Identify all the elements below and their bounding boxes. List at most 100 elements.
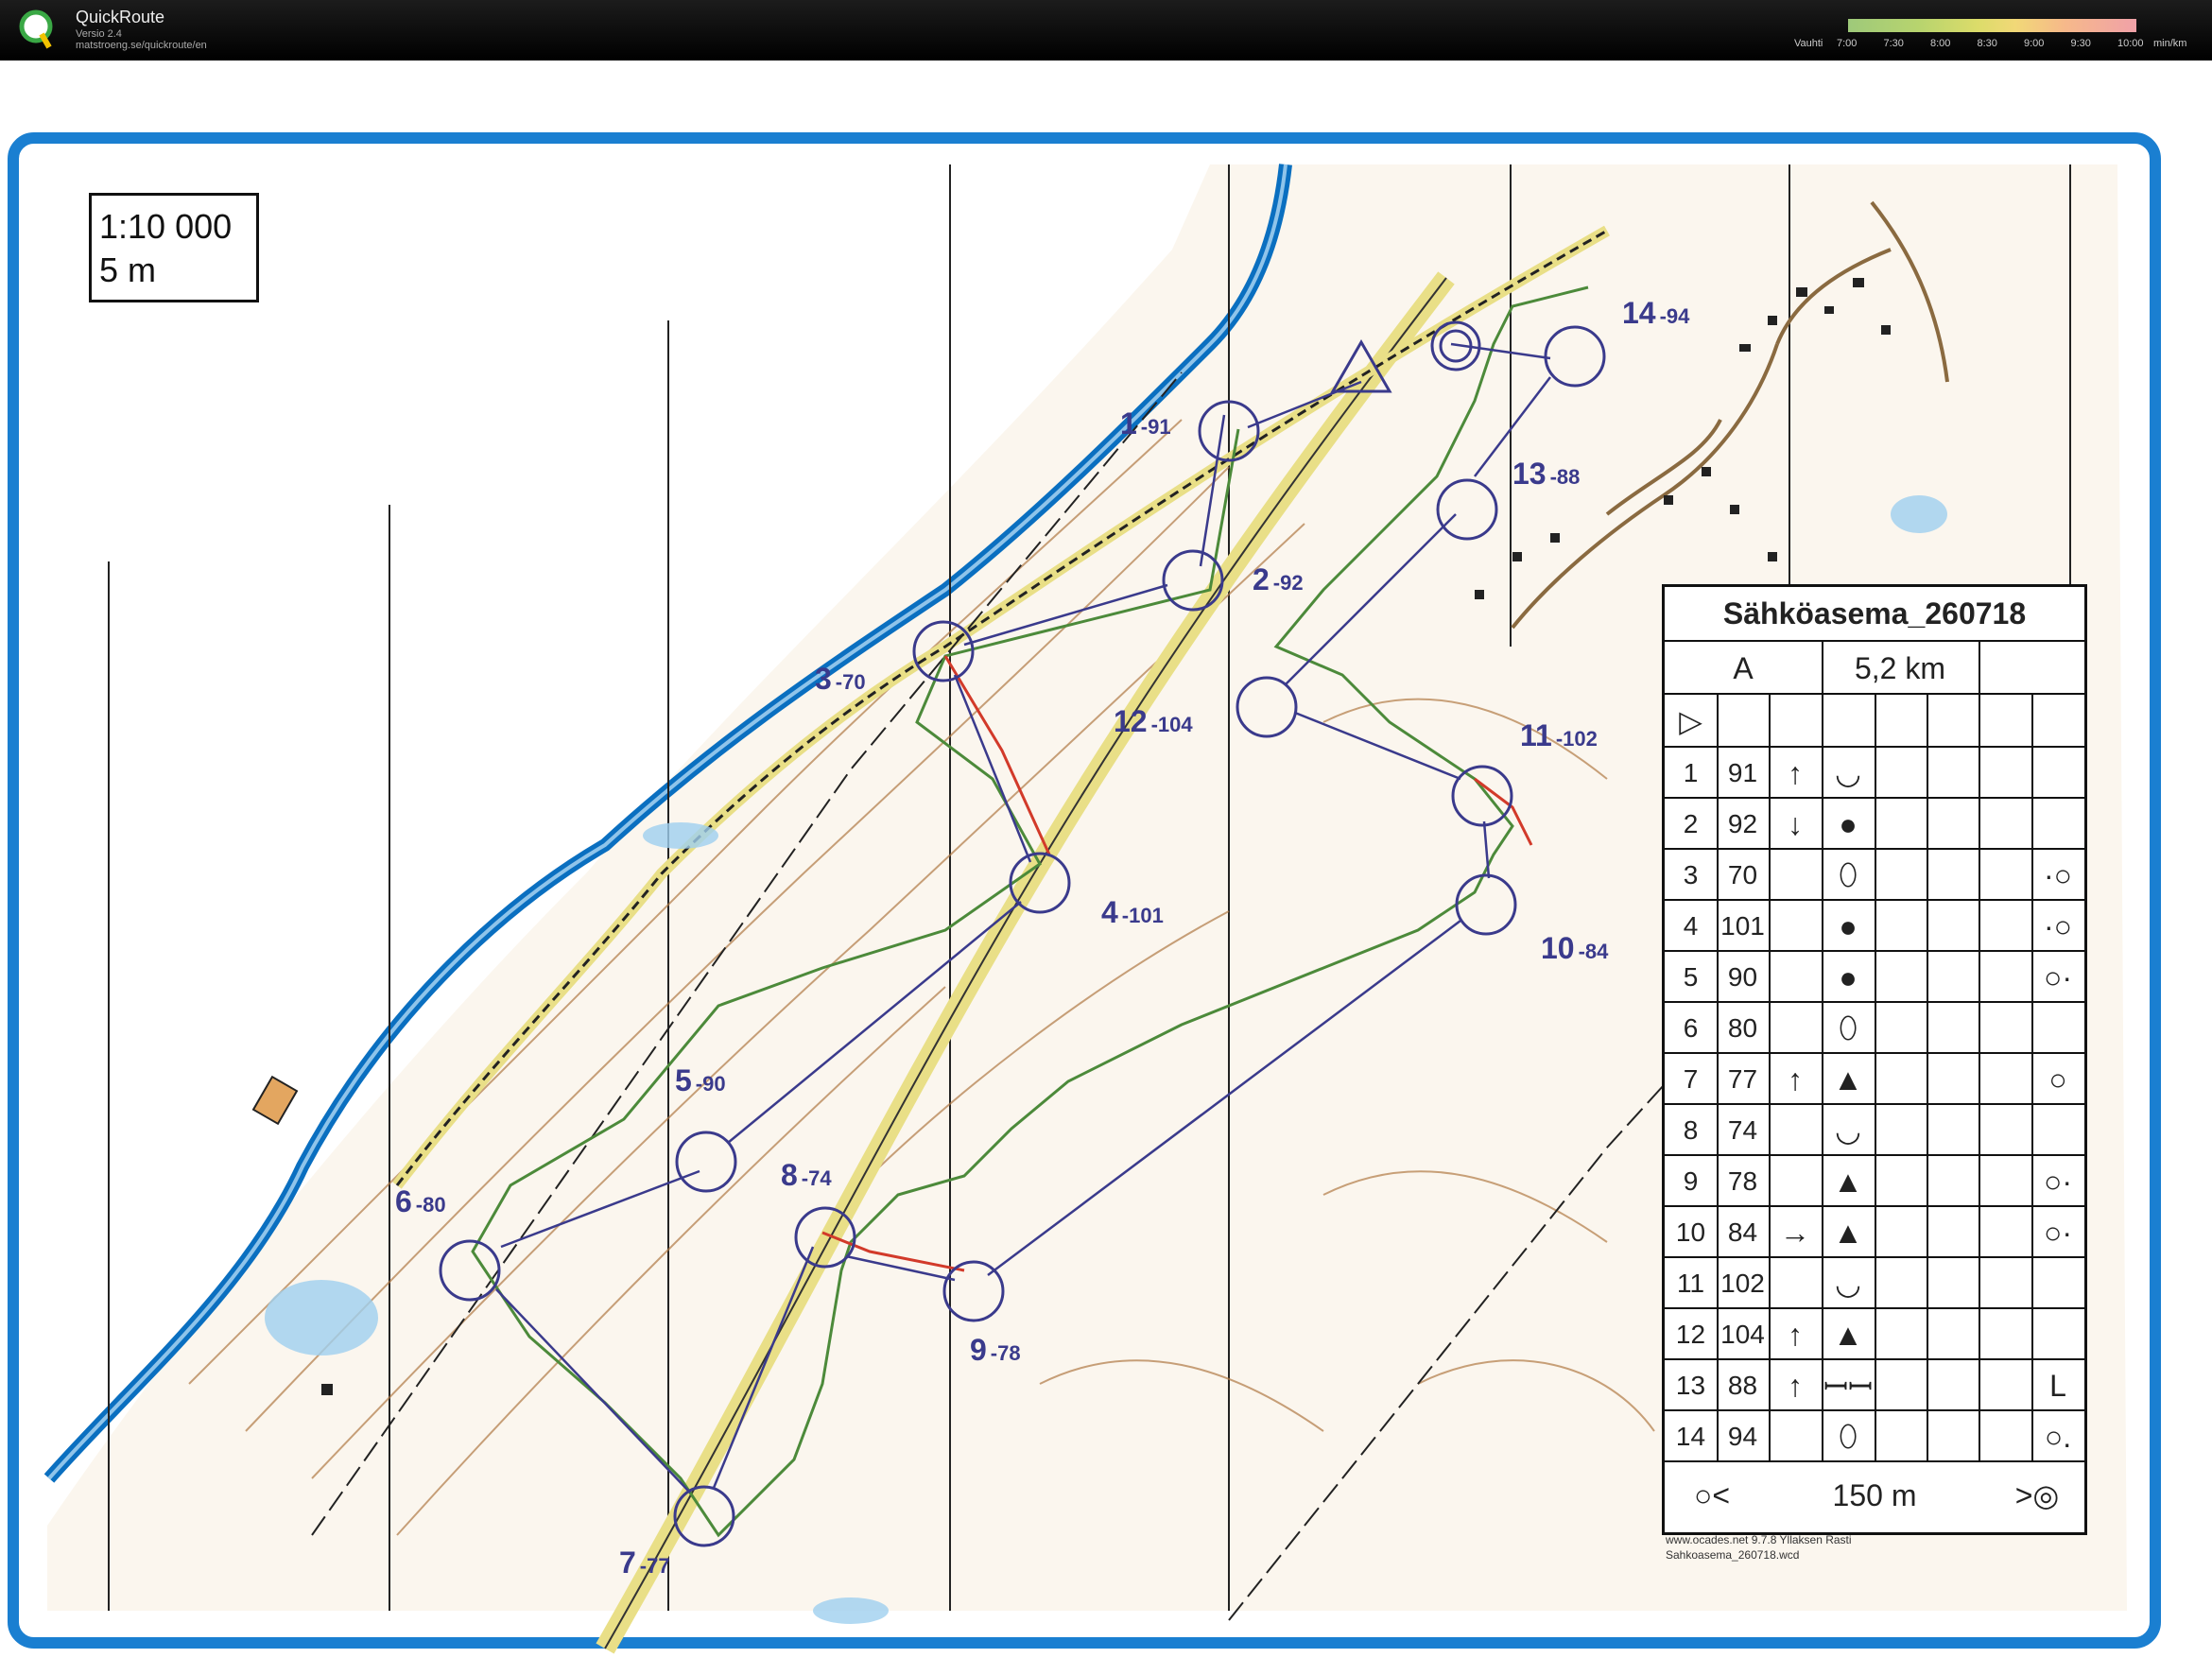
description-code: 78 <box>1727 1166 1758 1196</box>
description-feature: ◡ <box>1835 1114 1861 1148</box>
description-code: 90 <box>1727 962 1758 992</box>
description-dir <box>1769 1003 1822 1054</box>
description-dir: ↑ <box>1788 1368 1803 1403</box>
contour-interval: 5 m <box>99 250 157 289</box>
pace-tick: 8:30 <box>1977 38 1997 49</box>
description-dir <box>1769 1258 1822 1309</box>
description-dir: ↑ <box>1788 1062 1803 1097</box>
description-loc: ○ <box>2048 1062 2067 1097</box>
description-loc <box>2031 1309 2084 1360</box>
description-code: 77 <box>1727 1064 1758 1094</box>
description-code: 102 <box>1720 1269 1765 1298</box>
description-feature: ▲ <box>1833 1164 1863 1199</box>
description-num: 2 <box>1683 809 1699 838</box>
description-code: 104 <box>1720 1320 1765 1349</box>
description-loc: ·○ <box>2044 908 2072 943</box>
description-code: 84 <box>1727 1217 1758 1247</box>
description-feature: ▲ <box>1833 1215 1863 1250</box>
pace-tick: 10:00 <box>2117 38 2144 49</box>
description-loc: ○. <box>2044 1419 2072 1454</box>
pace-label: Vauhti <box>1794 38 1823 49</box>
description-loc <box>2031 1003 2084 1054</box>
description-num: 8 <box>1683 1115 1699 1145</box>
description-loc <box>2031 799 2084 850</box>
description-num: 3 <box>1683 860 1699 889</box>
description-num: 13 <box>1675 1371 1706 1400</box>
description-loc <box>2031 1258 2084 1309</box>
description-code: 88 <box>1727 1371 1758 1400</box>
table-finish-row: ○< 150 m >◎ <box>1665 1460 2084 1528</box>
description-loc <box>2031 748 2084 799</box>
pace-tick: 9:30 <box>2070 38 2091 49</box>
course-length: 5,2 km <box>1854 650 1946 685</box>
description-code: 91 <box>1727 758 1758 787</box>
description-feature: ● <box>1839 959 1858 994</box>
description-num: 1 <box>1683 758 1699 787</box>
description-num: 14 <box>1675 1422 1706 1451</box>
description-code: 94 <box>1727 1422 1758 1451</box>
finish-icon: >◎ <box>2014 1478 2060 1512</box>
pace-tick: 7:30 <box>1883 38 1904 49</box>
description-num: 6 <box>1683 1013 1699 1043</box>
description-loc: ○· <box>2044 1215 2072 1250</box>
description-code: 101 <box>1720 911 1765 941</box>
credit-line-2: Sahkoasema_260718.wcd <box>1666 1548 1800 1562</box>
description-dir <box>1769 850 1822 901</box>
description-num: 7 <box>1683 1064 1699 1094</box>
control-description-table: Sähköasema_260718 A 5,2 km ▷ 1 91 ↑ ◡ 2 92 ↓ ● 3… <box>1662 584 2087 1535</box>
finish-distance: 150 m <box>1832 1477 1917 1512</box>
description-feature: ⬯ <box>1838 1419 1858 1453</box>
description-feature: ◡ <box>1835 1267 1861 1301</box>
description-dir <box>1769 1411 1822 1462</box>
finish-start-icon: ○< <box>1693 1477 1730 1512</box>
description-code: 80 <box>1727 1013 1758 1043</box>
app-version: Versio 2.4 <box>76 28 122 40</box>
orienteering-map[interactable]: 1 -91 2 -92 3 -70 4 -101 5 -90 6 -80 7 -77 8 -74… <box>0 60 2212 1670</box>
description-num: 4 <box>1683 911 1699 941</box>
start-triangle-icon: ▷ <box>1679 704 1702 738</box>
description-num: 10 <box>1675 1217 1706 1247</box>
description-feature: ▲ <box>1833 1317 1863 1352</box>
description-loc: ·○ <box>2044 857 2072 892</box>
course-class: A <box>1733 650 1754 685</box>
description-feature: ● <box>1839 908 1858 943</box>
app-header: QuickRoute Versio 2.4 matstroeng.se/quic… <box>0 0 2212 60</box>
scale-box: 1:10 000 5 m <box>89 193 259 302</box>
description-code: 70 <box>1727 860 1758 889</box>
description-num: 11 <box>1676 1269 1705 1298</box>
pace-color-scale <box>1848 19 2136 32</box>
description-dir <box>1769 1156 1822 1207</box>
description-dir <box>1769 901 1822 952</box>
map-scale: 1:10 000 <box>99 207 233 246</box>
description-feature: ◡ <box>1835 756 1861 790</box>
app-title: QuickRoute <box>76 8 165 26</box>
description-feature: ⬯ <box>1838 1010 1858 1045</box>
description-feature: ꟷꟷ <box>1823 1369 1874 1404</box>
description-dir: → <box>1780 1215 1810 1250</box>
description-dir <box>1769 1105 1822 1156</box>
course-name: Sähköasema_260718 <box>1722 596 2027 630</box>
description-loc: ○· <box>2044 959 2072 994</box>
description-code: 92 <box>1727 809 1758 838</box>
description-dir: ↑ <box>1788 755 1803 790</box>
description-loc <box>2031 1105 2084 1156</box>
description-loc: L <box>2049 1368 2066 1403</box>
quickroute-logo-icon <box>19 9 53 49</box>
pace-tick: 8:00 <box>1930 38 1951 49</box>
pace-unit: min/km <box>2153 38 2187 49</box>
description-dir <box>1769 952 1822 1003</box>
description-feature: ● <box>1839 806 1858 841</box>
description-num: 12 <box>1675 1320 1706 1349</box>
description-dir: ↓ <box>1788 806 1803 841</box>
description-num: 5 <box>1683 962 1699 992</box>
description-feature: ▲ <box>1833 1062 1863 1097</box>
credit-line-1: www.ocades.net 9.7.8 Yllaksen Rasti <box>1666 1533 1852 1546</box>
pace-tick: 9:00 <box>2024 38 2045 49</box>
description-num: 9 <box>1683 1166 1699 1196</box>
app-url: matstroeng.se/quickroute/en <box>76 40 207 51</box>
description-dir: ↑ <box>1788 1317 1803 1352</box>
table-title-row: Sähköasema_260718 <box>1665 587 2084 640</box>
description-feature: ⬯ <box>1838 857 1858 891</box>
table-class-row: A 5,2 km <box>1665 640 2084 695</box>
description-loc: ○· <box>2044 1164 2072 1199</box>
